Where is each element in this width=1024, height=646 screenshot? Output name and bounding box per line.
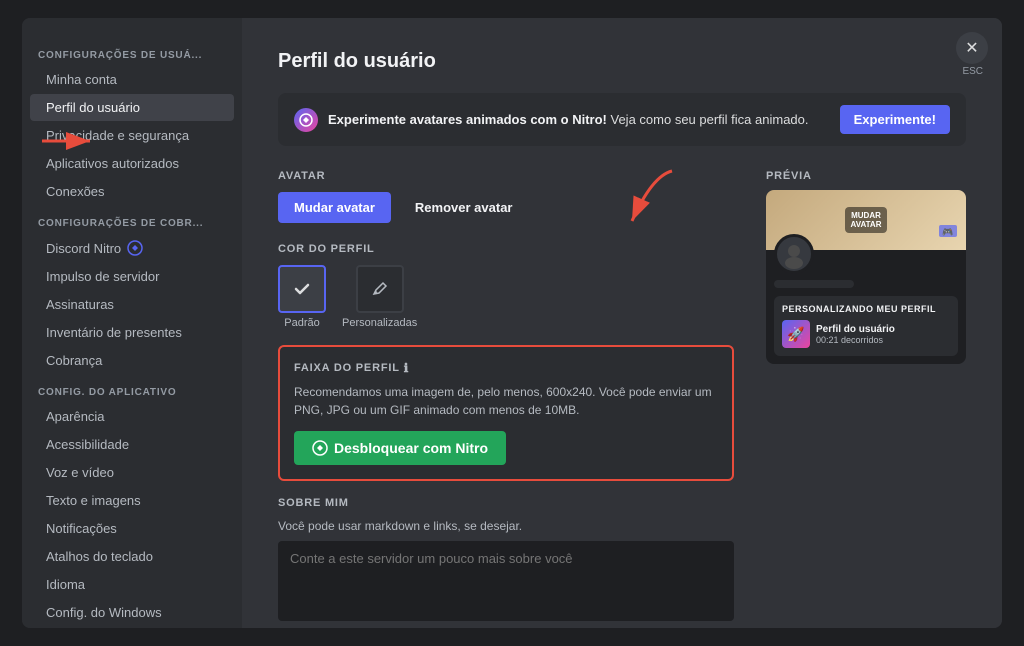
sidebar-item-impulso[interactable]: Impulso de servidor: [30, 263, 234, 290]
preview-label: PRÉVIA: [766, 170, 966, 182]
color-options: Padrão Personalizadas: [278, 265, 734, 329]
preview-personalizing: PERSONALIZANDO MEU PERFIL 🚀 Perfil do us…: [774, 296, 958, 356]
sidebar-item-inventario[interactable]: Inventário de presentes: [30, 319, 234, 346]
avatar-section-label: AVATAR: [278, 170, 734, 182]
nitro-banner-text: Experimente avatares animados com o Nitr…: [328, 112, 830, 127]
about-description: Você pode usar markdown e links, se dese…: [278, 519, 734, 533]
preview-personalizing-label: PERSONALIZANDO MEU PERFIL: [782, 304, 950, 314]
unlock-nitro-button[interactable]: Desbloquear com Nitro: [294, 431, 506, 465]
sidebar-item-texto-imagens[interactable]: Texto e imagens: [30, 487, 234, 514]
remove-avatar-button[interactable]: Remover avatar: [399, 192, 529, 223]
about-section: SOBRE MIM Você pode usar markdown e link…: [278, 497, 734, 628]
color-default-label: Padrão: [284, 317, 319, 329]
about-section-label: SOBRE MIM: [278, 497, 734, 509]
color-option-default: Padrão: [278, 265, 326, 329]
nitro-banner: Experimente avatares animados com o Nitr…: [278, 93, 966, 146]
sidebar-item-aplicativos[interactable]: Aplicativos autorizados: [30, 150, 234, 177]
esc-label: ESC: [962, 66, 983, 77]
sidebar-item-aparencia[interactable]: Aparência: [30, 403, 234, 430]
preview-avatar: [774, 234, 814, 274]
preview-avatar-area: [766, 250, 966, 296]
color-option-custom: Personalizadas: [342, 265, 417, 329]
sidebar-item-conexoes[interactable]: Conexões: [30, 178, 234, 205]
avatar-section: AVATAR Mudar avatar Remover avatar: [278, 170, 734, 223]
color-section-label: COR DO PERFIL: [278, 243, 734, 255]
sidebar-section-title-3: CONFIG. DO APLICATIVO: [22, 375, 242, 402]
sidebar-item-privacidade[interactable]: Privacidade e segurança: [30, 122, 234, 149]
nitro-icon: [127, 240, 143, 256]
color-custom-label: Personalizadas: [342, 317, 417, 329]
nitro-banner-icon: [294, 108, 318, 132]
activity-title: Perfil do usuário: [816, 324, 950, 335]
sidebar-item-config-windows[interactable]: Config. do Windows: [30, 599, 234, 626]
nitro-try-button[interactable]: Experimente!: [840, 105, 950, 134]
color-section: COR DO PERFIL Padrão: [278, 243, 734, 329]
banner-section: FAIXA DO PERFIL ℹ Recomendamos uma image…: [278, 345, 734, 481]
app-window: CONFIGURAÇÕES DE USUÁ... Minha conta Per…: [22, 18, 1002, 628]
sidebar-item-acessibilidade[interactable]: Acessibilidade: [30, 431, 234, 458]
banner-info-icon: ℹ: [404, 361, 409, 375]
preview-emoji-icon: 🎮: [938, 223, 958, 244]
close-button[interactable]: ✕: [956, 32, 988, 64]
preview-banner-change[interactable]: MUDARAVATAR: [845, 207, 888, 233]
preview-card: MUDARAVATAR 🎮: [766, 190, 966, 364]
sidebar-item-cobranca[interactable]: Cobrança: [30, 347, 234, 374]
preview-username-bar: [774, 280, 854, 288]
change-avatar-button[interactable]: Mudar avatar: [278, 192, 391, 223]
sidebar-item-idioma[interactable]: Idioma: [30, 571, 234, 598]
sidebar-section-billing: CONFIGURAÇÕES DE COBR... Discord Nitro I…: [22, 206, 242, 374]
sidebar-item-perfil-usuario[interactable]: Perfil do usuário: [30, 94, 234, 121]
activity-text: Perfil do usuário 00:21 decorridos: [816, 324, 950, 345]
sidebar-item-notificacoes[interactable]: Notificações: [30, 515, 234, 542]
sidebar-section-title-2: CONFIGURAÇÕES DE COBR...: [22, 206, 242, 233]
page-title: Perfil do usuário: [278, 50, 966, 73]
left-column: AVATAR Mudar avatar Remover avatar COR D…: [278, 170, 734, 628]
sidebar: CONFIGURAÇÕES DE USUÁ... Minha conta Per…: [22, 18, 242, 628]
about-textarea[interactable]: [278, 541, 734, 621]
sidebar-section-app: CONFIG. DO APLICATIVO Aparência Acessibi…: [22, 375, 242, 626]
avatar-buttons: Mudar avatar Remover avatar: [278, 192, 734, 223]
sidebar-item-discord-nitro[interactable]: Discord Nitro: [30, 234, 234, 262]
activity-time: 00:21 decorridos: [816, 335, 950, 345]
sidebar-item-minha-conta[interactable]: Minha conta: [30, 66, 234, 93]
color-swatch-default[interactable]: [278, 265, 326, 313]
activity-icon: 🚀: [782, 320, 810, 348]
svg-text:🎮: 🎮: [942, 227, 953, 237]
sidebar-item-atalhos[interactable]: Atalhos do teclado: [30, 543, 234, 570]
sidebar-item-assinaturas[interactable]: Assinaturas: [30, 291, 234, 318]
two-column-layout: AVATAR Mudar avatar Remover avatar COR D…: [278, 170, 966, 628]
banner-section-label: FAIXA DO PERFIL ℹ: [294, 361, 718, 375]
preview-activity: 🚀 Perfil do usuário 00:21 decorridos: [782, 320, 950, 348]
sidebar-section-user-settings: CONFIGURAÇÕES DE USUÁ... Minha conta Per…: [22, 38, 242, 205]
right-column: PRÉVIA MUDARAVATAR 🎮: [766, 170, 966, 628]
banner-description: Recomendamos uma imagem de, pelo menos, …: [294, 383, 718, 419]
sidebar-item-voz-video[interactable]: Voz e vídeo: [30, 459, 234, 486]
main-content: ✕ ESC Perfil do usuário Experimente avat…: [242, 18, 1002, 628]
nitro-unlock-icon: [312, 440, 328, 456]
sidebar-section-title-1: CONFIGURAÇÕES DE USUÁ...: [22, 38, 242, 65]
color-swatch-custom[interactable]: [356, 265, 404, 313]
